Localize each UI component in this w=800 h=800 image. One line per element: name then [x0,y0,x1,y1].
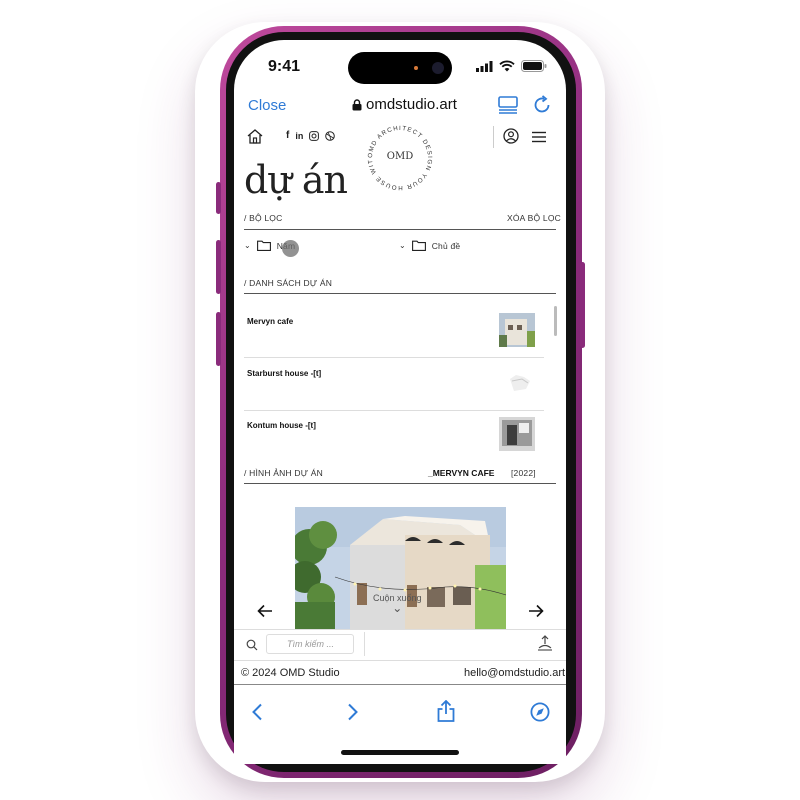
volume-up-button [216,240,221,294]
front-camera [432,62,444,74]
images-divider [244,483,556,484]
chevron-down-icon: ⌄ [392,601,403,615]
badge-center: OMD [386,151,414,162]
status-time: 9:41 [268,58,301,75]
project-name: Kontum house -[t] [247,421,316,430]
share-icon [437,699,455,722]
prev-image-button[interactable] [257,602,273,623]
hamburger-icon [532,131,546,143]
chevron-down-icon: ⌄ [399,241,406,250]
arrow-right-icon [529,604,544,618]
current-project-year: [2022] [511,468,536,478]
reload-icon [534,95,550,113]
share-button[interactable] [437,699,455,727]
chevron-left-icon [252,703,262,721]
current-project-title: _MERVYN CAFE [428,468,495,478]
page-title: dự án [244,158,348,202]
folder-icon [411,240,426,251]
power-button [580,262,585,348]
search-placeholder: Tìm kiếm ... [287,639,334,649]
search-input[interactable]: Tìm kiếm ... [266,634,354,654]
lock-icon [352,98,362,110]
footer-bottom-divider [234,684,566,685]
address-bar[interactable]: omdstudio.art [352,96,457,113]
home-icon [247,129,263,144]
footer-divider [234,660,566,661]
scrollbar-thumb[interactable] [554,306,557,336]
linkedin-icon[interactable]: in [295,131,303,141]
status-icons [476,60,547,72]
close-button[interactable]: Close [248,97,286,114]
scroll-top-button[interactable] [537,635,553,656]
filter-topic-label: Chủ đề [431,240,461,251]
menu-button[interactable] [532,130,546,148]
chevron-right-icon [348,703,358,721]
account-button[interactable] [503,128,519,149]
scroll-to-top-icon [538,635,552,651]
user-icon [503,128,519,144]
battery-icon [521,60,547,72]
home-indicator [341,750,459,755]
project-thumbnail [499,313,535,347]
safari-button[interactable] [530,702,550,727]
next-image-button[interactable] [528,602,544,623]
project-row[interactable]: Mervyn cafe [244,304,544,356]
compass-icon [530,702,550,722]
signal-icon [476,60,493,72]
search-top-divider [234,629,566,630]
project-name: Starburst house -[t] [247,369,322,378]
project-thumbnail [502,367,538,401]
images-header: / HÌNH ẢNH DỰ ÁN [244,468,323,478]
search-divider [364,632,365,656]
layout-icon [498,96,518,114]
project-row[interactable]: Kontum house -[t] [244,411,544,463]
project-list-divider [244,293,556,294]
action-button [216,182,221,214]
reload-button[interactable] [532,95,552,120]
filter-topic[interactable]: ⌄ Chủ đề [399,240,460,251]
clear-filter-link[interactable]: XÓA BỘ LỌC [507,213,561,223]
scroll-hint: Cuộn xuống ⌄ [373,593,422,615]
forward-button[interactable] [347,703,359,726]
project-row[interactable]: Starburst house -[t] [244,358,544,410]
chevron-down-icon: ⌄ [244,241,251,250]
camera-led [414,66,418,70]
wifi-icon [499,60,515,72]
instagram-icon[interactable] [309,130,320,141]
nav-divider [493,126,494,148]
home-link[interactable] [247,129,263,149]
arrow-left-icon [257,604,272,618]
project-photo[interactable]: Cuộn xuống ⌄ [295,507,506,630]
back-button[interactable] [251,703,263,726]
project-list-header: / DANH SÁCH DỰ ÁN [244,278,333,288]
filter-header: / BỘ LỌC [244,213,283,223]
social-links: f in [286,130,336,141]
project-thumbnail [499,417,535,451]
dribbble-icon[interactable] [325,130,336,141]
copyright-text: © 2024 OMD Studio [241,667,340,679]
search-icon[interactable] [246,638,258,656]
volume-down-button [216,312,221,366]
tap-indicator [282,240,299,257]
facebook-icon[interactable]: f [286,130,289,141]
url-text: omdstudio.art [366,96,457,113]
folder-icon [256,240,271,251]
project-name: Mervyn cafe [247,317,294,326]
filter-divider [244,229,556,230]
omd-badge: OMD ARCHITECT DESIGN YOUR HOUSE WITH OMD [359,115,438,196]
email-link[interactable]: hello@omdstudio.art [464,667,565,679]
reader-mode-button[interactable] [498,96,518,119]
